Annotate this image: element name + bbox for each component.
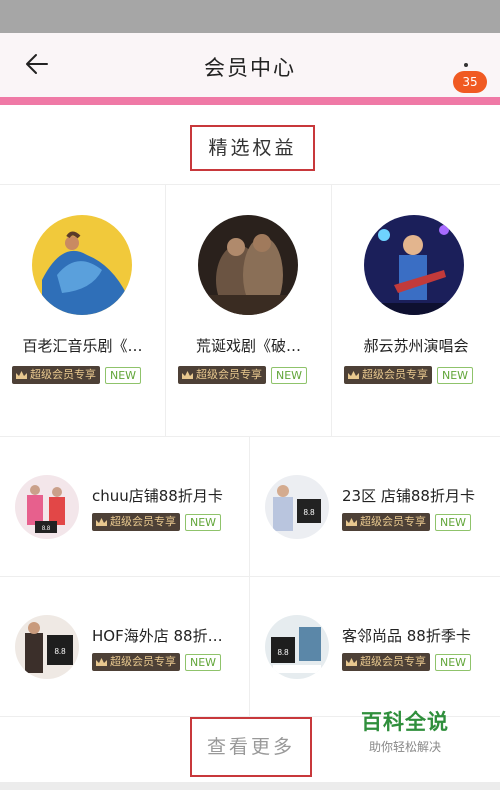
view-more-button[interactable]: 查看更多	[190, 717, 312, 777]
svg-text:8.8: 8.8	[54, 647, 66, 656]
new-badge: NEW	[185, 513, 222, 531]
benefit-image: 8.8	[15, 475, 79, 539]
new-badge: NEW	[437, 366, 474, 384]
vip-label: 超级会员专享	[196, 368, 262, 381]
featured-benefits-row: 百老汇音乐剧《… 超级会员专享 NEW 荒诞戏剧《破… 超级会员专享 NEW 郝…	[0, 185, 500, 437]
benefit-name: HOF海外店 88折…	[92, 627, 223, 645]
benefit-card[interactable]: 8.8 客邻尚品 88折季卡 超级会员专享 NEW	[250, 577, 500, 717]
crown-icon	[16, 371, 27, 379]
benefit-tags: 超级会员专享 NEW	[92, 653, 222, 671]
pink-strip	[0, 97, 500, 105]
benefit-name: chuu店铺88折月卡	[92, 487, 223, 505]
new-badge: NEW	[105, 366, 142, 384]
benefits-panel: 精选权益 百老汇音乐剧《… 超级会员专享 NEW 荒诞戏剧《破… 超级会员专享 …	[0, 105, 500, 790]
benefit-tags: 超级会员专享 NEW	[92, 513, 222, 531]
benefit-name: 23区 店铺88折月卡	[342, 487, 475, 505]
benefit-image	[32, 215, 132, 315]
svg-text:8.8: 8.8	[303, 508, 315, 517]
vip-exclusive-badge: 超级会员专享	[342, 513, 430, 531]
crown-icon	[346, 518, 357, 526]
benefit-image: 8.8	[265, 615, 329, 679]
benefit-name: 荒诞戏剧《破…	[195, 337, 301, 355]
benefit-card[interactable]: 8.8 23区 店铺88折月卡 超级会员专享 NEW	[250, 437, 500, 577]
benefit-card[interactable]: 荒诞戏剧《破… 超级会员专享 NEW	[166, 185, 332, 437]
svg-text:8.8: 8.8	[277, 648, 289, 657]
vip-exclusive-badge: 超级会员专享	[342, 653, 430, 671]
benefit-tags: 超级会员专享 NEW	[178, 366, 308, 384]
vip-label: 超级会员专享	[360, 655, 426, 668]
crown-icon	[96, 518, 107, 526]
vip-label: 超级会员专享	[360, 515, 426, 528]
vip-label: 超级会员专享	[110, 655, 176, 668]
nav-bar: 会员中心 35	[0, 33, 500, 98]
benefit-tags: 超级会员专享 NEW	[12, 366, 142, 384]
benefit-image	[364, 215, 464, 315]
vip-exclusive-badge: 超级会员专享	[92, 513, 180, 531]
notification-badge: 35	[453, 71, 487, 93]
page-title: 会员中心	[204, 56, 296, 80]
new-badge: NEW	[271, 366, 308, 384]
benefit-card[interactable]: 8.8 chuu店铺88折月卡 超级会员专享 NEW	[0, 437, 250, 577]
benefits-row: 8.8 chuu店铺88折月卡 超级会员专享 NEW 8.8 23区 店铺88折…	[0, 437, 500, 577]
bottom-bar	[0, 782, 500, 790]
benefit-card[interactable]: 百老汇音乐剧《… 超级会员专享 NEW	[0, 185, 166, 437]
benefit-tags: 超级会员专享 NEW	[344, 366, 474, 384]
crown-icon	[346, 658, 357, 666]
vip-label: 超级会员专享	[362, 368, 428, 381]
benefit-name: 郝云苏州演唱会	[363, 337, 469, 355]
benefit-card[interactable]: 8.8 HOF海外店 88折… 超级会员专享 NEW	[0, 577, 250, 717]
benefit-name: 百老汇音乐剧《…	[22, 337, 143, 355]
crown-icon	[96, 658, 107, 666]
svg-text:8.8: 8.8	[42, 526, 51, 532]
benefit-name: 客邻尚品 88折季卡	[342, 627, 471, 645]
benefit-tags: 超级会员专享 NEW	[342, 653, 472, 671]
new-badge: NEW	[435, 513, 472, 531]
benefit-image: 8.8	[265, 475, 329, 539]
benefit-image	[198, 215, 298, 315]
vip-exclusive-badge: 超级会员专享	[92, 653, 180, 671]
crown-icon	[182, 371, 193, 379]
crown-icon	[348, 371, 359, 379]
watermark-title: 百科全说	[361, 710, 449, 734]
section-header: 精选权益	[0, 105, 500, 185]
vip-exclusive-badge: 超级会员专享	[178, 366, 266, 384]
vip-label: 超级会员专享	[110, 515, 176, 528]
vip-exclusive-badge: 超级会员专享	[12, 366, 100, 384]
watermark-subtitle: 助你轻松解决	[368, 740, 441, 754]
benefit-image: 8.8	[15, 615, 79, 679]
vip-exclusive-badge: 超级会员专享	[344, 366, 432, 384]
new-badge: NEW	[435, 653, 472, 671]
benefit-card[interactable]: 郝云苏州演唱会 超级会员专享 NEW	[332, 185, 500, 437]
watermark: 百科全说 助你轻松解决	[345, 706, 465, 766]
vip-label: 超级会员专享	[30, 368, 96, 381]
section-title: 精选权益	[190, 125, 315, 171]
benefit-tags: 超级会员专享 NEW	[342, 513, 472, 531]
benefits-row: 8.8 HOF海外店 88折… 超级会员专享 NEW 8.8 客邻尚品 88折季…	[0, 577, 500, 717]
new-badge: NEW	[185, 653, 222, 671]
status-bar	[0, 0, 500, 33]
